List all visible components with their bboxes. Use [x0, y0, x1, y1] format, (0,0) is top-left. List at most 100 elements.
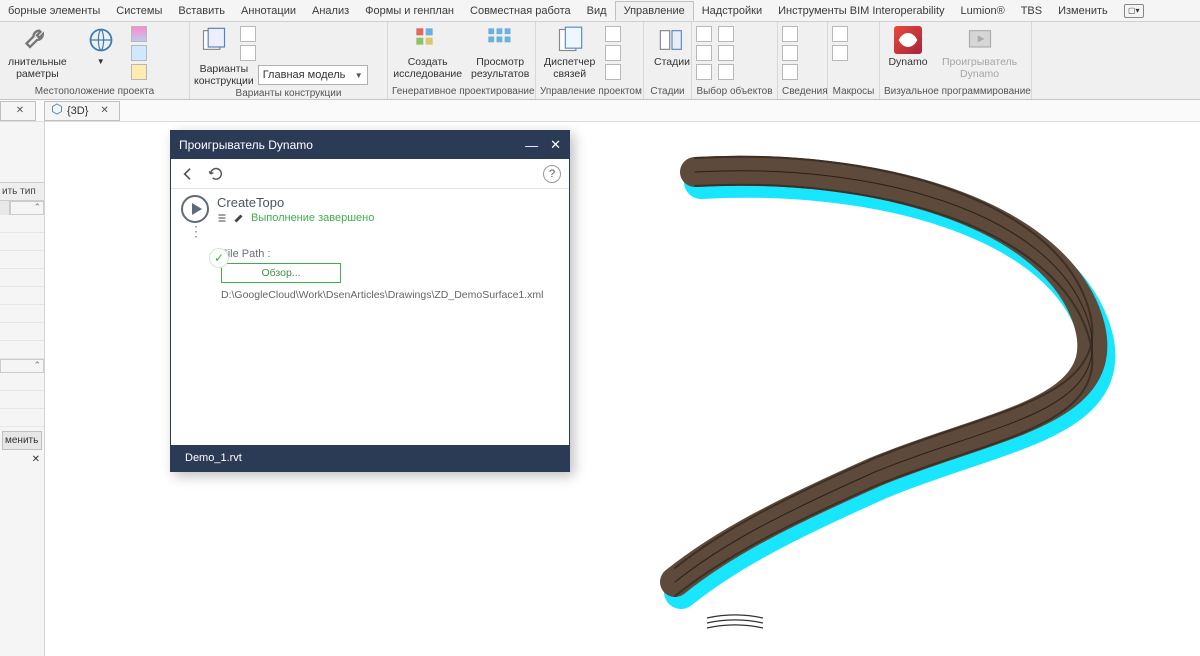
additional-params-label-2: раметры — [16, 68, 59, 80]
additional-params-button[interactable]: лнительные раметры — [4, 24, 71, 82]
edit-type-label: ить тип — [2, 186, 36, 197]
gd-results-label-2: результатов — [471, 68, 529, 80]
location-button[interactable]: ▼ — [77, 24, 125, 70]
location-dropdown-arrow: ▼ — [97, 56, 105, 68]
ribbon-tab-strip: борные элементы Системы Вставить Аннотац… — [0, 0, 1200, 22]
mp-mini-3[interactable] — [605, 64, 621, 80]
palette-close-icon[interactable]: ✕ — [0, 454, 44, 465]
dynamo-player-icon — [966, 26, 994, 54]
edit-type-row[interactable]: ить тип — [0, 182, 44, 201]
cube-icon — [51, 103, 63, 118]
view-tab-empty[interactable]: ✕ — [0, 101, 36, 121]
design-options-button[interactable] — [194, 24, 234, 61]
panel-title-macros: Макросы — [832, 85, 875, 99]
ribbon-tab-modify[interactable]: Изменить — [1050, 2, 1116, 20]
mini-btn-2[interactable] — [131, 45, 147, 61]
sel-mini-3[interactable] — [696, 64, 712, 80]
refresh-icon[interactable] — [207, 165, 225, 183]
panel-title-location: Местоположение проекта — [4, 85, 185, 99]
gd-results-label-1: Просмотр — [476, 56, 524, 68]
do-mini-1[interactable] — [240, 26, 256, 42]
dynamo-button[interactable]: Dynamo — [884, 24, 932, 70]
dynamo-player-label-1: Проигрыватель — [942, 56, 1017, 68]
back-icon[interactable] — [179, 165, 197, 183]
ribbon-tab-analysis[interactable]: Анализ — [304, 2, 357, 20]
ribbon-tab-sbornye[interactable]: борные элементы — [0, 2, 108, 20]
ribbon-tab-manage[interactable]: Управление — [615, 1, 694, 21]
play-icon — [192, 203, 202, 215]
ribbon-tab-addins[interactable]: Надстройки — [694, 2, 770, 20]
dynamo-player-toolbar: ? — [171, 159, 569, 189]
file-path-value: D:\GoogleCloud\Work\DsenArticles\Drawing… — [221, 289, 559, 301]
help-icon[interactable]: ? — [543, 165, 561, 183]
panel-title-design-options: Варианты конструкции — [194, 87, 383, 101]
dynamo-player-footer: Demo_1.rvt — [171, 445, 569, 471]
close-icon[interactable]: ✕ — [16, 105, 24, 116]
dynamo-player-title: Проигрыватель Dynamo — [179, 138, 313, 152]
mp-mini-1[interactable] — [605, 26, 621, 42]
dynamo-player-titlebar[interactable]: Проигрыватель Dynamo — ✕ — [171, 131, 569, 159]
road-geometry — [615, 142, 1175, 622]
sel-mini-6[interactable] — [718, 64, 734, 80]
browse-button[interactable]: Обзор... — [221, 263, 341, 283]
mac-mini-2[interactable] — [832, 45, 848, 61]
close-icon[interactable]: ✕ — [100, 105, 108, 116]
sel-mini-5[interactable] — [718, 45, 734, 61]
gd-create-label-1: Создать — [408, 56, 448, 68]
ribbon-tab-view[interactable]: Вид — [579, 2, 615, 20]
script-status-text: Выполнение завершено — [251, 212, 374, 224]
small-lines-icon — [705, 612, 765, 632]
panel-title-inquiry: Сведения — [782, 85, 823, 99]
sel-mini-1[interactable] — [696, 26, 712, 42]
sel-mini-2[interactable] — [696, 45, 712, 61]
minimize-icon[interactable]: — — [525, 138, 538, 153]
ribbon-tab-massing[interactable]: Формы и генплан — [357, 2, 462, 20]
success-check-icon: ✓ — [209, 248, 229, 268]
ribbon-tab-tbs[interactable]: TBS — [1013, 2, 1050, 20]
dynamo-player-body: CreateTopo Выполнение завершено ⋮ ✓ File… — [171, 189, 569, 445]
link-manager-icon — [556, 26, 584, 54]
inq-mini-1[interactable] — [782, 26, 798, 42]
do-mini-2[interactable] — [240, 45, 256, 61]
gd-create-icon — [414, 26, 442, 54]
design-option-dropdown[interactable]: Главная модель ▼ — [258, 65, 368, 85]
view-tab-3d-label: {3D} — [67, 105, 88, 117]
mac-mini-1[interactable] — [832, 26, 848, 42]
close-icon[interactable]: ✕ — [550, 137, 561, 153]
ribbon-overflow-icon[interactable]: ▢▾ — [1124, 4, 1144, 18]
ribbon-tab-lumion[interactable]: Lumion® — [953, 2, 1013, 20]
run-script-button[interactable] — [181, 195, 209, 223]
link-manager-button[interactable]: Диспетчер связей — [540, 24, 599, 82]
edit-inputs-icon[interactable] — [217, 212, 245, 224]
apply-button[interactable]: менить — [2, 431, 42, 450]
ribbon-tab-systems[interactable]: Системы — [108, 2, 170, 20]
panel-title-manage-project: Управление проектом — [540, 85, 639, 99]
ribbon-tab-insert[interactable]: Вставить — [170, 2, 233, 20]
mp-mini-2[interactable] — [605, 45, 621, 61]
phases-button[interactable]: Стадии — [648, 24, 696, 70]
mini-btn-3[interactable] — [131, 64, 147, 80]
link-manager-label-1: Диспетчер — [544, 56, 595, 68]
inq-mini-2[interactable] — [782, 45, 798, 61]
link-manager-label-2: связей — [553, 68, 586, 80]
sel-mini-4[interactable] — [718, 26, 734, 42]
dynamo-icon — [894, 26, 922, 54]
inq-mini-3[interactable] — [782, 64, 798, 80]
globe-icon — [87, 26, 115, 54]
gd-results-button[interactable]: Просмотр результатов — [469, 24, 531, 82]
gd-results-icon — [486, 26, 514, 54]
ribbon-tab-bim-interop[interactable]: Инструменты BIM Interoperability — [770, 2, 952, 20]
mini-btn-1[interactable] — [131, 26, 147, 42]
more-icon[interactable]: ⋮ — [181, 224, 559, 236]
phases-label: Стадии — [654, 56, 690, 68]
design-options-icon — [200, 26, 228, 54]
ribbon-tab-annotations[interactable]: Аннотации — [233, 2, 304, 20]
dynamo-player-window: Проигрыватель Dynamo — ✕ ? CreateTopo — [170, 130, 570, 472]
dynamo-player-button[interactable]: Проигрыватель Dynamo — [938, 24, 1021, 82]
design-options-label-1: Варианты — [200, 63, 249, 75]
ribbon-tab-collab[interactable]: Совместная работа — [462, 2, 579, 20]
gd-create-button[interactable]: Создать исследование — [392, 24, 463, 82]
view-tab-3d[interactable]: {3D} ✕ — [44, 101, 120, 121]
properties-palette: ить тип ⌃ ⌃ менить ✕ — [0, 122, 45, 656]
panel-title-visprog: Визуальное программирование — [884, 85, 1027, 99]
